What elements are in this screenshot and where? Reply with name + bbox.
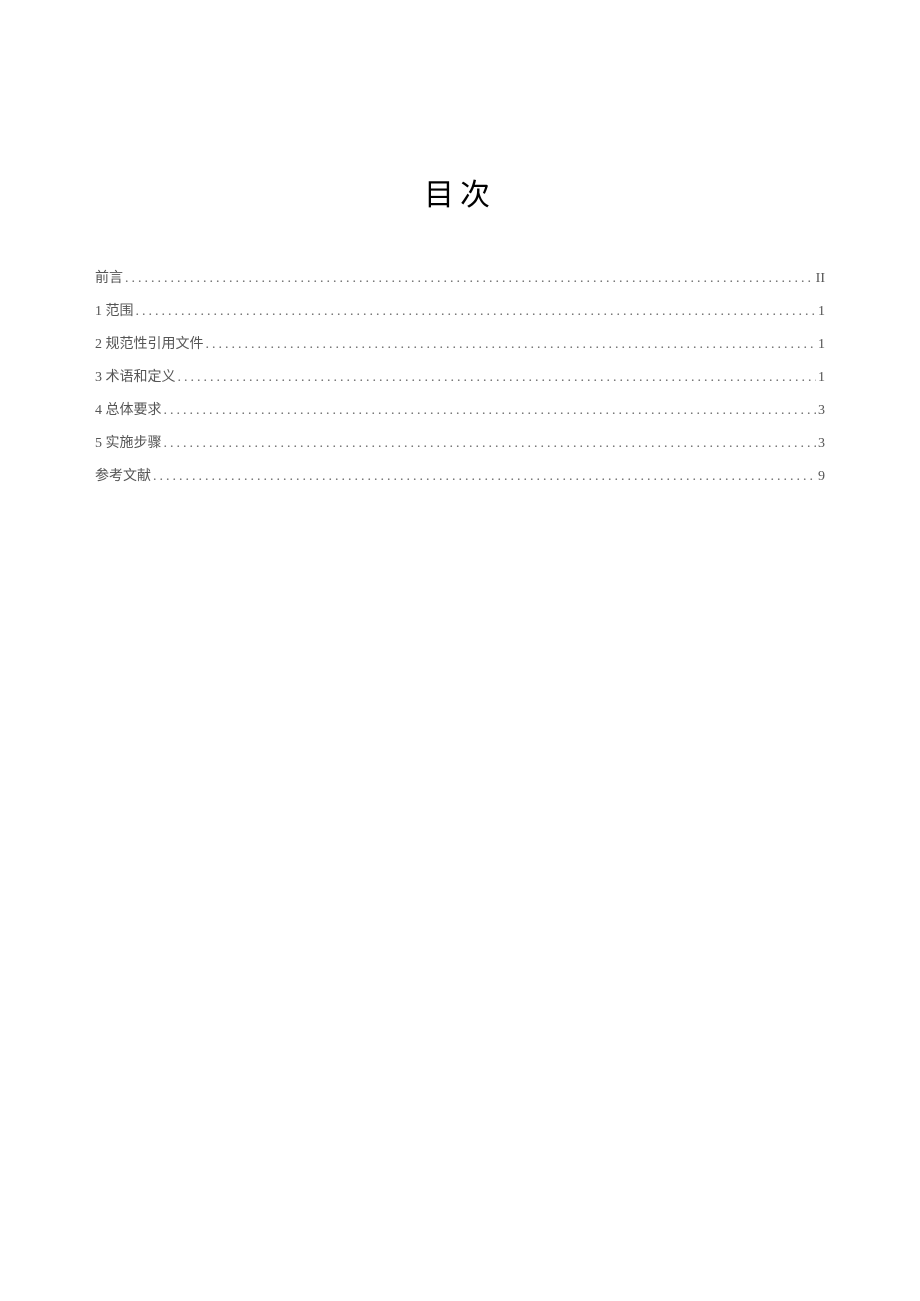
- page-title: 目次: [95, 170, 825, 214]
- toc-label: 2 规范性引用文件: [95, 338, 204, 352]
- toc-leader: [136, 305, 817, 319]
- toc-leader: [164, 437, 817, 451]
- toc-page: 3: [818, 437, 825, 451]
- toc-label: 参考文献: [95, 470, 151, 484]
- toc-entry: 5 实施步骤 3: [95, 437, 825, 451]
- toc-page: II: [816, 272, 825, 286]
- toc-leader: [153, 470, 816, 484]
- toc-page: 1: [818, 338, 825, 352]
- toc-entry: 前言 II: [95, 272, 825, 286]
- toc-label: 1 范围: [95, 305, 134, 319]
- toc-entry: 2 规范性引用文件 1: [95, 338, 825, 352]
- toc-leader: [125, 272, 814, 286]
- toc-entry: 1 范围 1: [95, 305, 825, 319]
- toc-label: 前言: [95, 272, 123, 286]
- toc-entry: 4 总体要求 3: [95, 404, 825, 418]
- toc-entry: 参考文献 9: [95, 470, 825, 484]
- toc-label: 3 术语和定义: [95, 371, 176, 385]
- toc-page: 1: [818, 305, 825, 319]
- toc-leader: [164, 404, 817, 418]
- toc-leader: [206, 338, 817, 352]
- toc-entry: 3 术语和定义 1: [95, 371, 825, 385]
- toc-page: 9: [818, 470, 825, 484]
- toc-page: 3: [818, 404, 825, 418]
- toc-leader: [178, 371, 817, 385]
- toc-label: 5 实施步骤: [95, 437, 162, 451]
- toc-page: 1: [818, 371, 825, 385]
- toc-label: 4 总体要求: [95, 404, 162, 418]
- table-of-contents: 前言 II 1 范围 1 2 规范性引用文件 1 3 术语和定义 1 4 总体要…: [95, 272, 825, 484]
